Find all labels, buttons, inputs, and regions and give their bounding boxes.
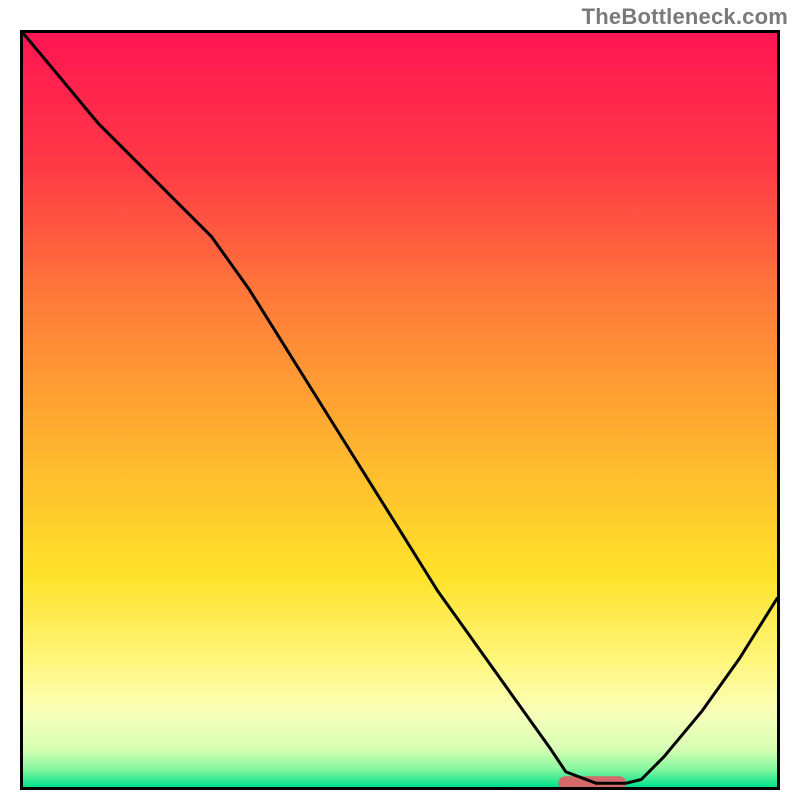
chart-overlay [23,33,777,787]
curve-line [23,33,777,783]
chart-stage: TheBottleneck.com [0,0,800,800]
watermark-text: TheBottleneck.com [582,4,788,30]
plot-frame [20,30,780,790]
